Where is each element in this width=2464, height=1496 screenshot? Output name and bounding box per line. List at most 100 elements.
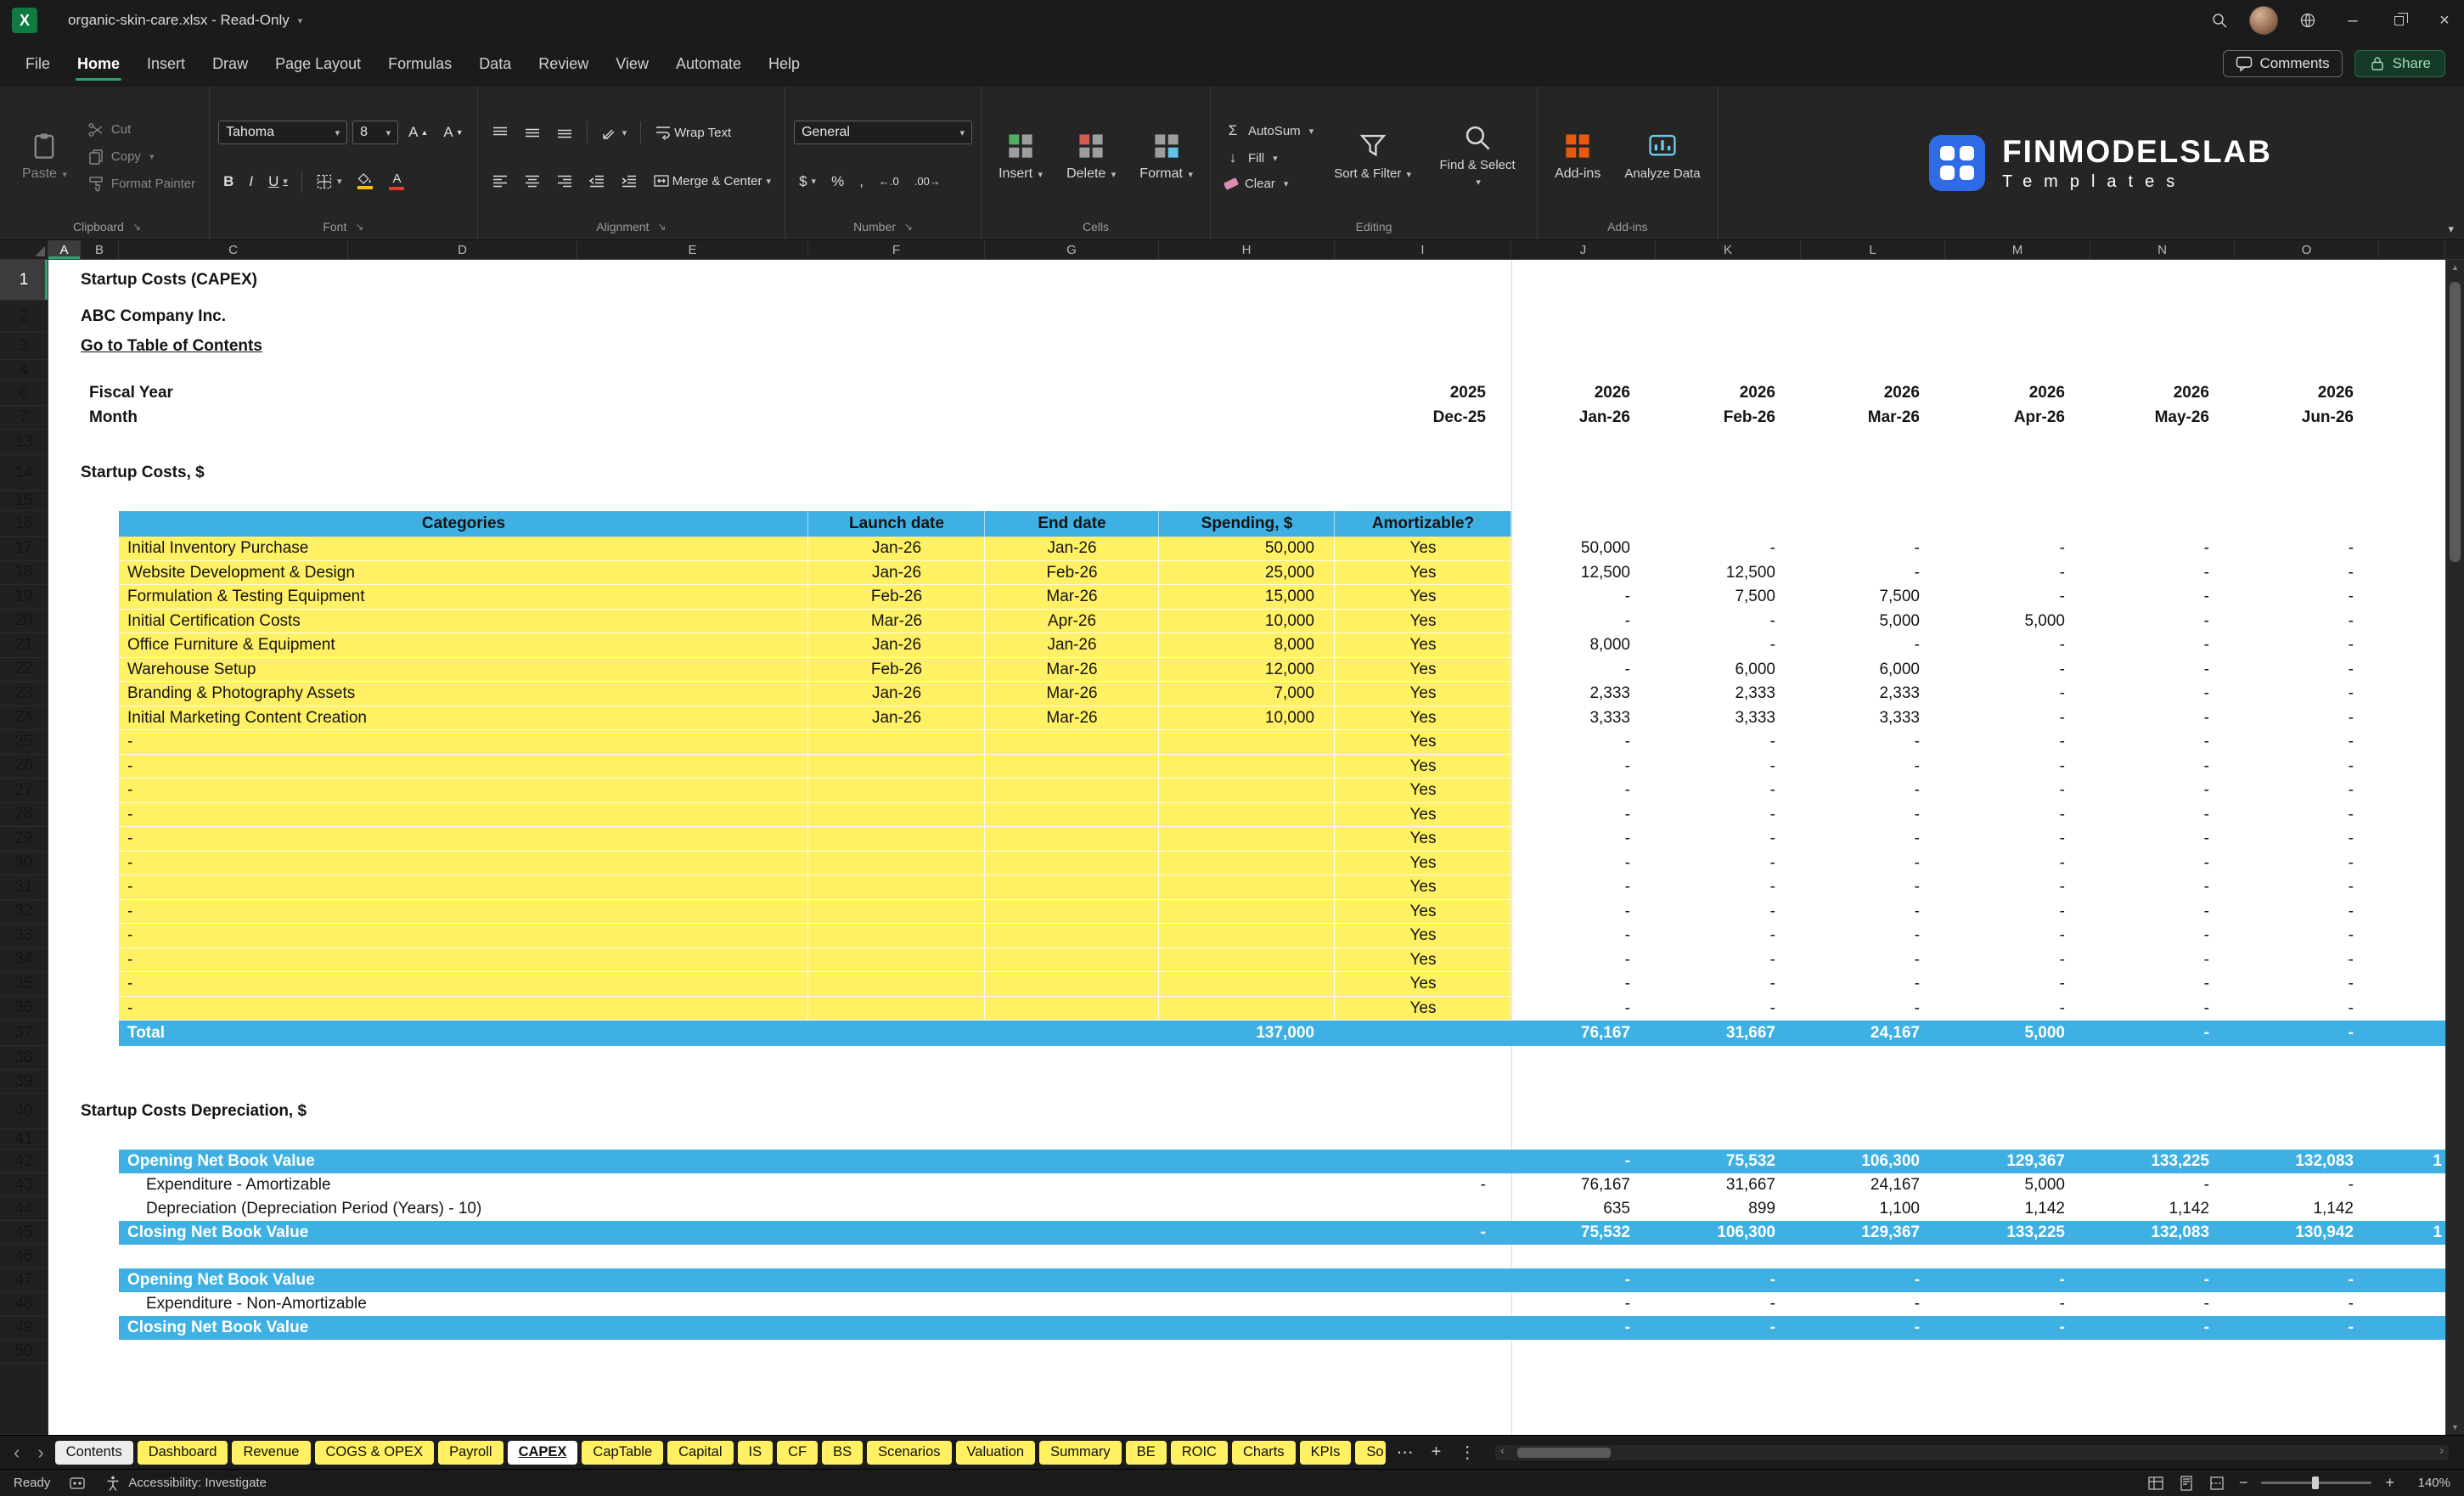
sheet-tab-scenarios[interactable]: Scenarios — [867, 1440, 952, 1465]
capex-month-cell[interactable]: - — [1801, 779, 1945, 803]
sheet-tab-capital[interactable]: Capital — [667, 1440, 734, 1465]
cut-button[interactable]: Cut — [82, 120, 200, 140]
dep-partial-cell[interactable]: 1 — [2379, 1150, 2445, 1173]
header-end-date[interactable]: End date — [985, 511, 1159, 537]
zoom-out-button[interactable]: − — [2239, 1474, 2248, 1492]
capex-month-cell[interactable]: - — [2090, 972, 2235, 997]
capex-spending-cell[interactable] — [1159, 875, 1335, 900]
column-header-c[interactable]: C — [119, 240, 348, 260]
number-dialog-launcher-icon[interactable]: ↘ — [904, 221, 913, 233]
capex-category-cell[interactable]: Initial Inventory Purchase — [119, 537, 808, 561]
month-value-cell[interactable]: Jun-26 — [2235, 406, 2379, 430]
capex-category-cell[interactable]: Branding & Photography Assets — [119, 682, 808, 706]
sheet-cell[interactable] — [48, 1129, 2445, 1150]
capex-month-cell[interactable]: 5,000 — [1945, 610, 2090, 634]
capex-month-cell[interactable]: - — [2090, 658, 2235, 683]
capex-month-cell[interactable]: - — [1656, 900, 1801, 925]
capex-month-cell[interactable]: - — [2090, 585, 2235, 610]
dep-month-cell[interactable]: 635 — [1511, 1197, 1656, 1221]
fiscal-value-cell[interactable]: 2026 — [1511, 380, 1656, 406]
capex-launch-cell[interactable] — [808, 875, 985, 900]
capex-launch-cell[interactable] — [808, 899, 985, 924]
capex-end-cell[interactable] — [985, 972, 1159, 997]
horizontal-scrollbar[interactable]: ‹ › — [1495, 1443, 2449, 1460]
row-header-7[interactable]: 7 — [0, 406, 48, 430]
accessibility-status[interactable]: Accessibility: Investigate — [104, 1475, 267, 1492]
capex-month-cell[interactable]: 50,000 — [1511, 537, 1656, 561]
capex-launch-cell[interactable] — [808, 972, 985, 997]
capex-month-cell[interactable]: - — [1511, 585, 1656, 610]
merge-center-button[interactable]: Merge & Center ▾ — [648, 170, 776, 192]
capex-end-cell[interactable] — [985, 827, 1159, 852]
dep-month-cell[interactable]: - — [2235, 1316, 2379, 1340]
capex-end-cell[interactable] — [985, 754, 1159, 779]
capex-month-cell[interactable]: - — [1945, 658, 2090, 683]
total-month-cell[interactable]: 5,000 — [1945, 1021, 2090, 1046]
fill-color-button[interactable] — [352, 171, 379, 192]
capex-category-cell[interactable]: Initial Marketing Content Creation — [119, 706, 808, 730]
capex-month-cell[interactable]: 6,000 — [1801, 658, 1945, 683]
capex-category-cell[interactable]: Warehouse Setup — [119, 657, 808, 682]
month-value-cell[interactable]: May-26 — [2090, 406, 2235, 430]
capex-month-cell[interactable]: - — [1511, 852, 1656, 876]
row-header-31[interactable]: 31 — [0, 875, 48, 900]
dep-month-cell[interactable]: - — [1945, 1292, 2090, 1316]
capex-spending-cell[interactable] — [1159, 972, 1335, 997]
zoom-in-button[interactable]: + — [2385, 1474, 2394, 1492]
row-header-36[interactable]: 36 — [0, 996, 48, 1021]
column-header-e[interactable]: E — [577, 240, 808, 260]
row-header-32[interactable]: 32 — [0, 899, 48, 924]
capex-end-cell[interactable]: Jan-26 — [985, 537, 1159, 561]
scroll-right-arrow-icon[interactable]: › — [2439, 1443, 2444, 1457]
font-name-select[interactable]: Tahoma ▾ — [218, 121, 348, 144]
capex-launch-cell[interactable]: Jan-26 — [808, 706, 985, 730]
dep-dec-cell[interactable] — [1335, 1316, 1511, 1340]
capex-amortizable-cell[interactable]: Yes — [1335, 730, 1511, 755]
capex-amortizable-cell[interactable]: Yes — [1335, 706, 1511, 730]
dep-partial-cell[interactable] — [2379, 1292, 2445, 1316]
dep-month-cell[interactable]: - — [1511, 1268, 1656, 1292]
capex-end-cell[interactable]: Apr-26 — [985, 609, 1159, 633]
menu-home[interactable]: Home — [64, 45, 133, 83]
capex-month-cell[interactable]: - — [1511, 803, 1656, 828]
column-header-k[interactable]: K — [1656, 240, 1801, 260]
capex-month-cell[interactable]: - — [1656, 755, 1801, 779]
capex-month-cell[interactable]: - — [2235, 779, 2379, 803]
orientation-button[interactable]: ▾ — [596, 121, 633, 143]
menu-page-layout[interactable]: Page Layout — [262, 45, 374, 83]
capex-month-cell[interactable]: - — [1656, 827, 1801, 852]
capex-amortizable-cell[interactable]: Yes — [1335, 851, 1511, 875]
capex-launch-cell[interactable] — [808, 924, 985, 948]
align-middle-button[interactable] — [519, 121, 546, 143]
underline-button[interactable]: U ▾ — [263, 171, 293, 193]
capex-end-cell[interactable]: Feb-26 — [985, 560, 1159, 585]
capex-month-cell[interactable]: - — [1801, 633, 1945, 658]
capex-month-cell[interactable]: - — [1656, 537, 1801, 561]
month-value-cell[interactable]: Apr-26 — [1945, 406, 2090, 430]
capex-month-cell[interactable]: - — [1511, 924, 1656, 948]
dep-month-cell[interactable]: 24,167 — [1801, 1173, 1945, 1197]
page-layout-view-icon[interactable] — [2178, 1475, 2195, 1492]
capex-month-cell[interactable]: - — [2235, 730, 2379, 755]
capex-launch-cell[interactable] — [808, 802, 985, 827]
capex-category-cell[interactable]: - — [119, 779, 808, 803]
capex-month-cell[interactable]: - — [1945, 948, 2090, 973]
wrap-text-button[interactable]: Wrap Text — [650, 121, 736, 143]
clear-button[interactable]: Clear ▾ — [1219, 175, 1319, 193]
capex-category-cell[interactable]: - — [119, 730, 808, 755]
column-header-h[interactable]: H — [1159, 240, 1335, 260]
globe-icon[interactable] — [2289, 0, 2326, 41]
dep-month-cell[interactable]: - — [2235, 1173, 2379, 1197]
capex-end-cell[interactable]: Mar-26 — [985, 657, 1159, 682]
header-spending[interactable]: Spending, $ — [1159, 511, 1335, 537]
capex-launch-cell[interactable] — [808, 779, 985, 803]
capex-month-cell[interactable]: 8,000 — [1511, 633, 1656, 658]
capex-month-cell[interactable]: - — [1945, 585, 2090, 610]
sheet-cell[interactable] — [48, 1046, 2445, 1070]
capex-month-cell[interactable]: - — [1656, 610, 1801, 634]
capex-month-cell[interactable]: 3,333 — [1801, 706, 1945, 731]
row-header-14[interactable]: 14 — [0, 455, 48, 491]
row-header-46[interactable]: 46 — [0, 1245, 48, 1268]
capex-month-cell[interactable]: - — [1801, 875, 1945, 900]
capex-end-cell[interactable] — [985, 802, 1159, 827]
